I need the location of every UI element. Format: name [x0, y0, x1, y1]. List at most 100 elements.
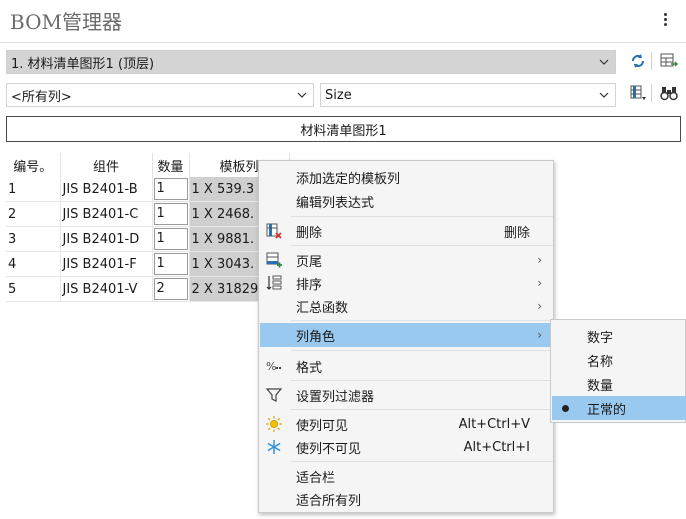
menu-item-label: 列角色: [296, 329, 336, 345]
bom-name-field[interactable]: 材料清单图形1: [6, 116, 681, 142]
header-divider: [0, 42, 686, 43]
submenu-item-quantity[interactable]: 数量: [552, 372, 686, 396]
cell-quantity[interactable]: 1: [152, 201, 190, 227]
footer-icon: [264, 250, 284, 270]
bom-table: 编号。 组件 数量 模板列 1 JIS B2401-B 1 1 X 539.3 2 JIS…: [6, 153, 290, 302]
menu-item-fit-all-columns[interactable]: 适合所有列: [260, 487, 552, 511]
context-menu: 添加选定的模板列 编辑列表达式 删除 删除 页尾 › 排序 › 汇总函数 › 列…: [258, 160, 554, 513]
cell-component[interactable]: JIS B2401-F: [60, 251, 153, 277]
quantity-field[interactable]: 1: [153, 253, 188, 275]
table-row[interactable]: 1 JIS B2401-B 1 1 X 539.3: [6, 177, 290, 202]
menu-item-label: 编辑列表达式: [296, 195, 375, 211]
quantity-field[interactable]: 1: [153, 178, 188, 200]
bom-select[interactable]: 1. 材料清单图形1 (顶层): [6, 50, 616, 74]
menu-item-label: 排序: [296, 277, 323, 293]
chevron-down-icon: [291, 92, 313, 98]
table-row[interactable]: 4 JIS B2401-F 1 1 X 3043.: [6, 251, 290, 277]
cell-component[interactable]: JIS B2401-B: [60, 177, 153, 202]
submenu-item-normal[interactable]: 正常的: [552, 396, 686, 420]
column-filter-value: <所有列>: [11, 89, 72, 105]
table-row[interactable]: 2 JIS B2401-C 1 1 X 2468.: [6, 201, 290, 227]
bom-name-text: 材料清单图形1: [300, 123, 387, 139]
submenu-item-number[interactable]: 数字: [552, 324, 686, 348]
cell-quantity[interactable]: 2: [152, 276, 190, 302]
menu-item-shortcut: 删除: [503, 225, 530, 241]
menu-divider: [291, 380, 553, 381]
menu-item-footer[interactable]: 页尾 ›: [260, 248, 552, 272]
size-select-value: Size: [325, 87, 352, 103]
column-role-submenu: 数字 名称 数量 正常的: [550, 319, 686, 423]
submenu-arrow-icon: ›: [537, 328, 542, 342]
cell-item-no[interactable]: 3: [6, 226, 61, 252]
cell-item-no[interactable]: 4: [6, 251, 61, 277]
submenu-item-label: 正常的: [587, 402, 627, 418]
menu-item-column-role[interactable]: 列角色 ›: [260, 323, 552, 347]
cell-component[interactable]: JIS B2401-V: [60, 276, 153, 302]
refresh-icon[interactable]: [627, 50, 649, 72]
chevron-down-icon: [593, 92, 615, 98]
menu-item-edit-column-expression[interactable]: 编辑列表达式: [260, 189, 552, 213]
bom-select-value: 1. 材料清单图形1 (顶层): [11, 56, 155, 72]
submenu-arrow-icon: ›: [537, 276, 542, 290]
svg-text:%: %: [266, 360, 276, 373]
menu-divider: [291, 350, 553, 351]
cell-component[interactable]: JIS B2401-C: [60, 201, 153, 227]
menu-item-sort[interactable]: 排序 ›: [260, 271, 552, 295]
panel-title: BOM管理器: [10, 10, 122, 34]
cell-quantity[interactable]: 1: [152, 226, 190, 252]
menu-divider: [291, 320, 553, 321]
toolbar-divider: [651, 52, 652, 70]
column-settings-icon[interactable]: [627, 82, 649, 104]
chevron-down-icon: [593, 59, 615, 65]
table-export-icon[interactable]: [658, 50, 680, 72]
menu-item-label: 添加选定的模板列: [296, 171, 401, 187]
column-header-component[interactable]: 组件: [60, 153, 153, 177]
sun-icon: [264, 414, 284, 434]
quantity-field[interactable]: 2: [153, 278, 188, 300]
menu-item-label: 汇总函数: [296, 300, 349, 316]
size-select[interactable]: Size: [320, 83, 616, 107]
table-row[interactable]: 5 JIS B2401-V 2 2 X 31829: [6, 276, 290, 302]
menu-item-show-column[interactable]: 使列可见 Alt+Ctrl+V: [260, 412, 552, 436]
column-header-qty[interactable]: 数量: [152, 153, 190, 177]
menu-item-label: 使列不可见: [296, 441, 362, 457]
column-filter-select[interactable]: <所有列>: [6, 83, 314, 107]
cell-item-no[interactable]: 1: [6, 177, 61, 202]
sort-icon: [264, 273, 284, 293]
selected-radio-icon: [562, 404, 569, 412]
menu-item-label: 删除: [296, 225, 323, 241]
menu-item-label: 设置列过滤器: [296, 389, 375, 405]
column-header-no[interactable]: 编号。: [6, 153, 61, 177]
submenu-item-label: 数量: [587, 378, 614, 394]
cell-item-no[interactable]: 5: [6, 276, 61, 302]
menu-item-label: 使列可见: [296, 418, 349, 434]
menu-divider: [291, 409, 553, 410]
submenu-arrow-icon: ›: [537, 299, 542, 313]
toolbar-divider: [651, 84, 652, 102]
menu-item-format[interactable]: % 格式: [260, 354, 552, 378]
menu-item-aggregate-function[interactable]: 汇总函数 ›: [260, 294, 552, 318]
quantity-field[interactable]: 1: [153, 228, 188, 250]
menu-item-delete[interactable]: 删除 删除: [260, 219, 552, 243]
menu-item-label: 格式: [296, 360, 323, 376]
filter-icon: [264, 385, 284, 405]
menu-item-hide-column[interactable]: 使列不可见 Alt+Ctrl+I: [260, 435, 552, 459]
submenu-item-label: 名称: [587, 354, 614, 370]
menu-item-add-template-column[interactable]: 添加选定的模板列: [260, 165, 552, 189]
menu-item-label: 适合所有列: [296, 493, 362, 509]
more-options-icon[interactable]: [660, 8, 670, 30]
cell-quantity[interactable]: 1: [152, 251, 190, 277]
quantity-field[interactable]: 1: [153, 203, 188, 225]
table-row[interactable]: 3 JIS B2401-D 1 1 X 9881.: [6, 226, 290, 252]
menu-item-label: 页尾: [296, 254, 323, 270]
snowflake-icon: [264, 437, 284, 457]
submenu-item-label: 数字: [587, 330, 614, 346]
cell-component[interactable]: JIS B2401-D: [60, 226, 153, 252]
menu-item-shortcut: Alt+Ctrl+I: [463, 439, 530, 455]
cell-item-no[interactable]: 2: [6, 201, 61, 227]
menu-item-set-column-filter[interactable]: 设置列过滤器: [260, 383, 552, 407]
binoculars-icon[interactable]: [658, 82, 680, 104]
cell-quantity[interactable]: 1: [152, 177, 190, 202]
menu-item-fit-column[interactable]: 适合栏: [260, 464, 552, 488]
submenu-item-name[interactable]: 名称: [552, 348, 686, 372]
